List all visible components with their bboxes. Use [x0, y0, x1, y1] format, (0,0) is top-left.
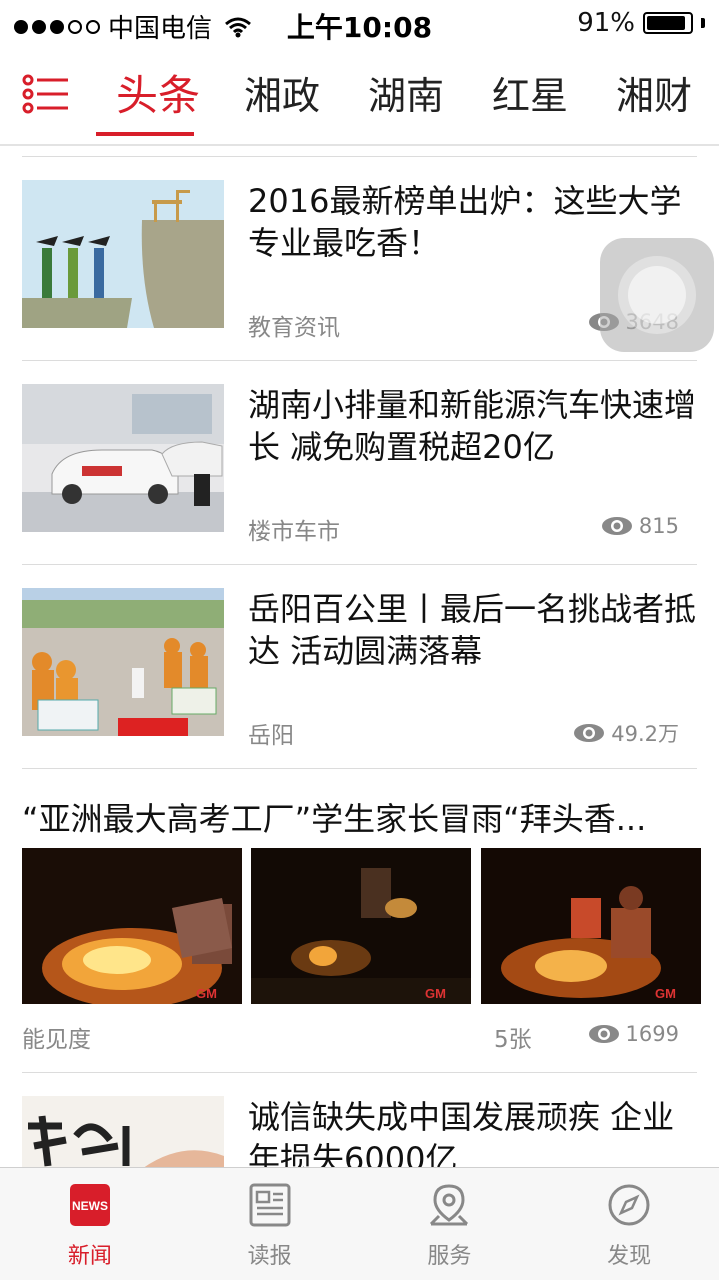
gallery-image: GM: [22, 848, 242, 1004]
divider: [22, 564, 697, 565]
news-thumbnail: [22, 384, 224, 532]
tabbar-label: 发现: [607, 1244, 652, 1269]
view-count-value: 49.2万: [611, 722, 679, 746]
news-headline[interactable]: 湖南小排量和新能源汽车快速增长 减免购置税超20亿: [248, 384, 698, 468]
divider: [22, 768, 697, 769]
view-count: 1699: [588, 1022, 679, 1046]
svg-text:GM: GM: [196, 986, 217, 1001]
assistive-touch-button[interactable]: [600, 238, 714, 352]
eye-icon: [601, 517, 632, 535]
location-pin-icon: [427, 1182, 471, 1228]
menu-list-icon[interactable]: [22, 74, 70, 114]
view-count-value: 815: [638, 514, 679, 538]
news-category: 教育资讯: [248, 315, 340, 341]
eye-icon: [574, 724, 605, 742]
news-headline[interactable]: “亚洲最大高考工厂”学生家长冒雨“拜头香...: [22, 794, 702, 840]
view-count-value: 1699: [625, 1022, 679, 1046]
divider: [22, 360, 697, 361]
tab-xiangcai[interactable]: 湘财: [592, 48, 716, 144]
tabbar-item-newspaper[interactable]: 读报: [180, 1168, 360, 1280]
compass-icon: [607, 1182, 651, 1228]
tab-hongxing[interactable]: 红星: [468, 48, 592, 144]
news-headline[interactable]: 诚信缺失成中国发展顽疾 企业年损失6000亿: [248, 1096, 698, 1168]
tab-headlines[interactable]: 头条: [96, 48, 220, 144]
tabbar-item-services[interactable]: 服务: [360, 1168, 540, 1280]
news-category: 能见度: [22, 1027, 91, 1053]
image-count: 5张: [494, 1027, 532, 1053]
tabbar-label: 读报: [247, 1244, 292, 1269]
battery-status: 91%: [577, 8, 705, 38]
divider: [22, 1072, 697, 1073]
channel-nav: 头条 湘政 湖南 红星 湘财: [0, 48, 719, 146]
news-category: 岳阳: [248, 723, 294, 749]
tab-hunan[interactable]: 湖南: [344, 48, 468, 144]
divider: [22, 156, 697, 157]
news-category: 楼市车市: [248, 519, 340, 545]
tabbar-item-news[interactable]: NEWS 新闻: [0, 1168, 180, 1280]
eye-icon: [588, 1025, 619, 1043]
bottom-tab-bar: NEWS 新闻 读报 服务 发现: [0, 1167, 719, 1280]
tab-xiangzheng[interactable]: 湘政: [220, 48, 344, 144]
svg-text:GM: GM: [655, 986, 676, 1001]
news-icon: NEWS: [68, 1182, 112, 1228]
svg-text:GM: GM: [425, 986, 446, 1001]
tabbar-label: 服务: [427, 1244, 472, 1269]
gallery-image: GM: [251, 848, 471, 1004]
status-bar: 中国电信 上午10:08 91%: [0, 0, 719, 48]
newspaper-icon: [248, 1182, 292, 1228]
news-thumbnail: [22, 180, 224, 328]
news-thumbnail: [22, 588, 224, 736]
view-count: 49.2万: [573, 718, 679, 748]
tabbar-item-discover[interactable]: 发现: [539, 1168, 719, 1280]
news-thumbnail: [22, 1096, 224, 1168]
gallery-image: GM: [481, 848, 701, 1004]
view-count: 815: [601, 514, 679, 538]
news-headline[interactable]: 岳阳百公里丨最后一名挑战者抵达 活动圆满落幕: [248, 588, 698, 672]
channel-tabs: 头条 湘政 湖南 红星 湘财: [96, 48, 719, 144]
battery-icon: [643, 12, 693, 34]
tabbar-label: 新闻: [67, 1244, 112, 1269]
battery-percent: 91%: [577, 8, 635, 38]
news-badge-text: NEWS: [72, 1199, 108, 1213]
